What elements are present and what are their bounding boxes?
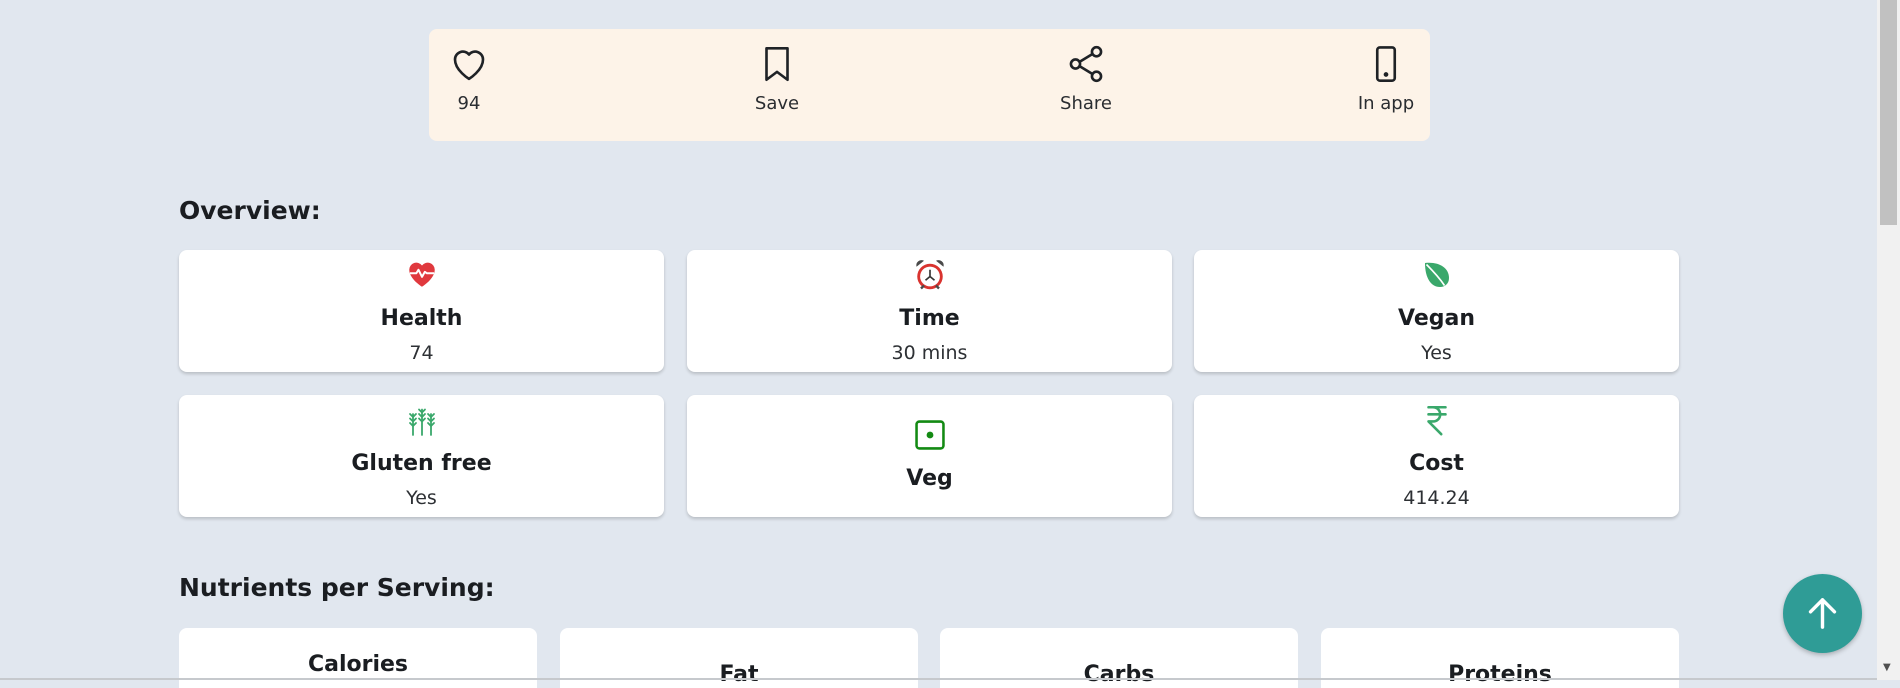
card-value: 414.24	[1403, 487, 1470, 509]
card-value: Yes	[1421, 342, 1452, 364]
overview-card-veg: Veg	[687, 395, 1172, 517]
overview-card-time: Time 30 mins	[687, 250, 1172, 372]
card-title: Time	[899, 306, 960, 331]
share-label: Share	[1060, 93, 1112, 114]
card-value: Yes	[406, 487, 437, 509]
share-icon	[1069, 45, 1103, 83]
page-scrollbar[interactable]: ▼	[1877, 0, 1900, 680]
card-value: 74	[409, 342, 434, 364]
rupee-icon	[1426, 405, 1447, 436]
nutrient-title: Proteins	[1448, 662, 1552, 687]
leaf-icon	[1424, 262, 1449, 287]
card-title: Cost	[1409, 451, 1464, 476]
card-title: Veg	[906, 466, 953, 491]
nutrients-heading: Nutrients per Serving:	[179, 573, 495, 602]
like-count: 94	[457, 93, 481, 114]
in-app-label: In app	[1357, 93, 1415, 114]
phone-icon	[1375, 46, 1397, 82]
wheat-icon	[408, 408, 435, 436]
recipe-action-bar: 94 Save Share In app	[429, 29, 1430, 141]
overview-card-health: Health 74	[179, 250, 664, 372]
card-title: Vegan	[1398, 306, 1475, 331]
overview-card-cost: Cost 414.24	[1194, 395, 1679, 517]
heartbeat-icon	[408, 262, 435, 287]
heart-icon	[453, 50, 485, 81]
like-button[interactable]: 94	[409, 43, 529, 114]
card-title: Health	[380, 306, 463, 331]
card-title: Gluten free	[351, 451, 492, 476]
save-button[interactable]: Save	[717, 43, 837, 114]
open-in-app-button[interactable]: In app	[1326, 43, 1446, 114]
overview-heading: Overview:	[179, 196, 321, 225]
nutrient-title: Calories	[307, 652, 409, 677]
veg-mark-icon	[914, 420, 945, 450]
scrollbar-thumb[interactable]	[1880, 0, 1897, 225]
card-value: 30 mins	[891, 342, 968, 364]
alarm-clock-icon	[915, 260, 944, 290]
share-button[interactable]: Share	[1026, 43, 1146, 114]
arrow-up-icon	[1808, 598, 1837, 629]
bookmark-icon	[765, 46, 789, 82]
scroll-to-top-button[interactable]	[1783, 574, 1862, 653]
overview-card-gluten-free: Gluten free Yes	[179, 395, 664, 517]
save-label: Save	[754, 93, 800, 114]
nutrient-title: Fat	[719, 662, 759, 687]
overview-card-vegan: Vegan Yes	[1194, 250, 1679, 372]
scroll-down-arrow-icon[interactable]: ▼	[1883, 662, 1891, 673]
nutrient-title: Carbs	[1083, 662, 1155, 687]
